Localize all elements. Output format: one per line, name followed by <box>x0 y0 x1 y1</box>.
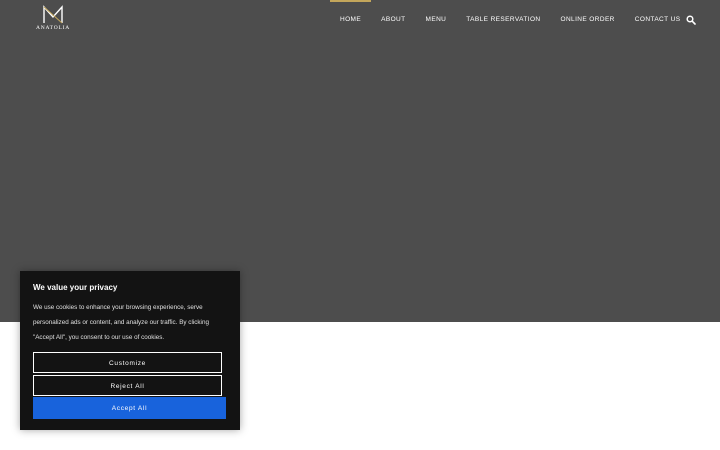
main-nav: HOME ABOUT MENU TABLE RESERVATION ONLINE… <box>330 0 690 40</box>
accept-all-button[interactable]: Accept All <box>33 397 226 419</box>
customize-button[interactable]: Customize <box>33 352 222 373</box>
logo-mark-icon <box>43 5 63 24</box>
search-icon[interactable] <box>686 15 696 25</box>
cookie-consent-banner: We value your privacy We use cookies to … <box>20 271 240 430</box>
site-logo[interactable]: ANATOLIA <box>32 5 74 35</box>
nav-item-home[interactable]: HOME <box>330 0 372 40</box>
logo-text: ANATOLIA <box>35 25 71 31</box>
nav-item-online-order[interactable]: ONLINE ORDER <box>551 0 625 40</box>
reject-all-button[interactable]: Reject All <box>33 375 222 396</box>
nav-item-table-reservation[interactable]: TABLE RESERVATION <box>456 0 550 40</box>
nav-item-contact-us[interactable]: CONTACT US <box>625 0 691 40</box>
nav-item-about[interactable]: ABOUT <box>371 0 415 40</box>
cookie-banner-title: We value your privacy <box>33 283 118 292</box>
nav-item-menu[interactable]: MENU <box>416 0 457 40</box>
cookie-banner-text: We use cookies to enhance your browsing … <box>33 304 209 341</box>
site-header: ANATOLIA HOME ABOUT MENU TABLE RESERVATI… <box>0 0 720 40</box>
